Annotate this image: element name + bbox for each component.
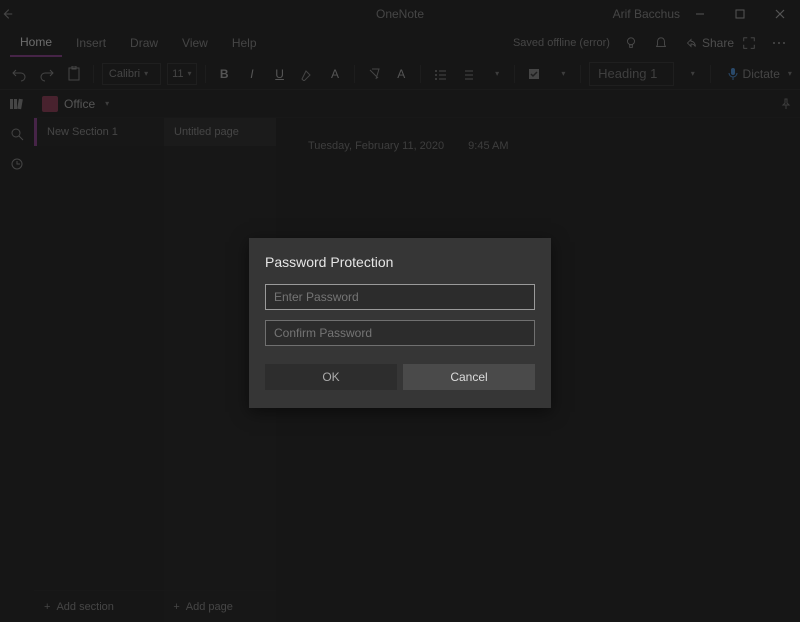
enter-password-input[interactable] [265,284,535,310]
cancel-button[interactable]: Cancel [403,364,535,390]
confirm-password-input[interactable] [265,320,535,346]
password-protection-dialog: Password Protection OK Cancel [249,238,551,408]
ok-button[interactable]: OK [265,364,397,390]
dialog-title: Password Protection [265,254,535,270]
